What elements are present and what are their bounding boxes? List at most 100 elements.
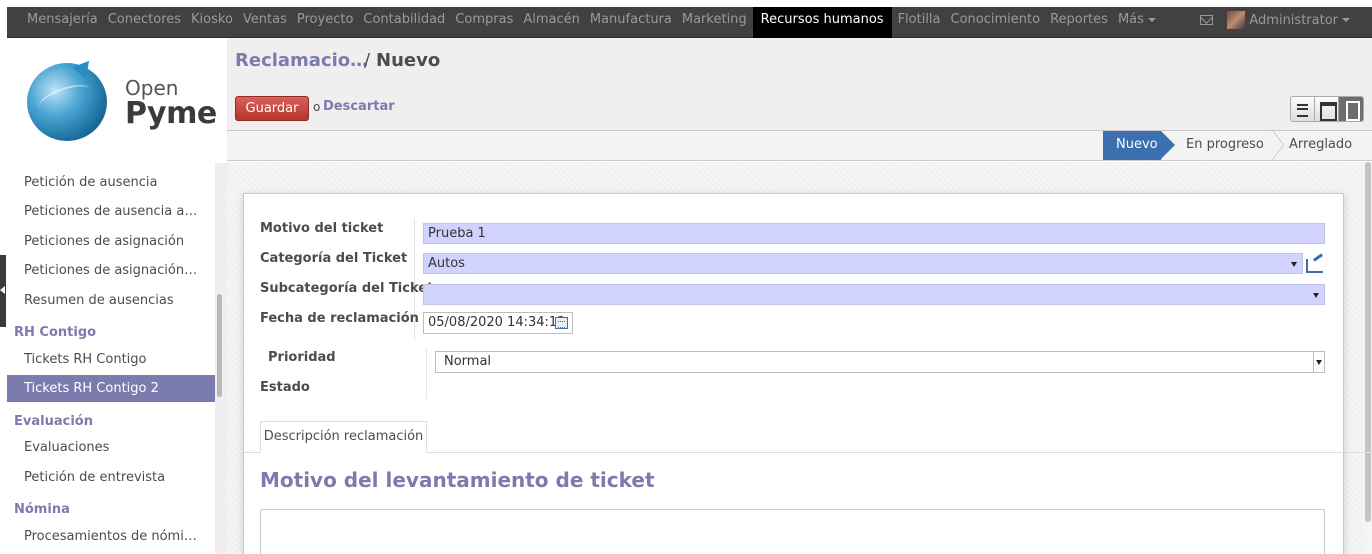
control-panel: Reclamacio… / Nuevo Guardar o Descartar (227, 38, 1372, 131)
user-menu[interactable]: Administrator (1249, 13, 1350, 28)
user-area: Administrator (1200, 7, 1372, 38)
chevron-down-icon (1342, 18, 1350, 22)
sidebar-menu: Petición de ausencia Peticiones de ausenc… (7, 163, 215, 554)
sidebar-item-peticiones-de-asignación[interactable]: Peticiones de asignación… (24, 263, 197, 278)
top-menu-label: Marketing (681, 12, 747, 27)
sidebar-item-evaluaciones[interactable]: Evaluaciones (24, 440, 109, 455)
stage-arreglado[interactable]: Arreglado (1289, 131, 1369, 160)
top-menu-label: Proyecto (296, 12, 354, 27)
form-view-icon[interactable] (1339, 97, 1363, 121)
sidebar-item-tickets-rh-contigo[interactable]: Tickets RH Contigo (24, 352, 147, 367)
list-view-icon[interactable] (1291, 97, 1315, 121)
top-menu-label: Almacén (523, 12, 580, 27)
top-menu-label: Recursos humanos (760, 12, 884, 27)
sidebar-scroll-thumb[interactable] (217, 294, 222, 397)
top-menu-item-flotilla[interactable]: Flotilla (894, 7, 945, 38)
discard-button[interactable]: Descartar (323, 99, 395, 114)
top-menu-item-contabilidad[interactable]: Contabilidad (359, 7, 449, 38)
prioridad-value: Normal (444, 354, 492, 369)
categoria-select[interactable]: Autos (423, 253, 1303, 274)
save-button[interactable]: Guardar (235, 96, 309, 121)
avatar[interactable] (1227, 11, 1246, 29)
sidebar-item-tickets-rh-contigo-2[interactable]: Tickets RH Contigo 2 (24, 381, 159, 396)
description-textarea[interactable] (260, 509, 1325, 554)
subcategoria-label: Subcategoría del Ticket (260, 281, 434, 296)
or-text: o (313, 100, 321, 114)
prioridad-select[interactable]: Normal (435, 351, 1325, 373)
sidebar-item-procesamientos-de-nómi[interactable]: Procesamientos de nómi… (24, 529, 197, 544)
envelope-icon[interactable] (1200, 15, 1214, 25)
top-menu-label: Flotilla (897, 12, 941, 27)
fecha-label: Fecha de reclamación (260, 311, 419, 326)
logo[interactable]: Open Pyme (7, 38, 227, 163)
categoria-value: Autos (428, 256, 465, 271)
top-menu-label: Reportes (1050, 12, 1108, 27)
globe-logo-icon (27, 63, 107, 141)
subcategoria-select[interactable] (423, 284, 1325, 305)
sidebar-item-resumen-de-ausencias[interactable]: Resumen de ausencias (24, 293, 174, 308)
main-scrollbar[interactable] (1364, 162, 1372, 554)
top-menu-item-proyecto[interactable]: Proyecto (293, 7, 358, 38)
top-menu-label: Kiosko (191, 12, 233, 27)
form-sheet (243, 193, 1344, 554)
estado-label: Estado (260, 380, 310, 395)
top-menu-item-manufactura[interactable]: Manufactura (586, 7, 676, 38)
collapse-sidebar-handle[interactable] (0, 255, 6, 327)
stage-en-progreso[interactable]: En progreso (1186, 131, 1268, 160)
motivo-input[interactable]: Prueba 1 (423, 223, 1325, 244)
fecha-input[interactable]: 05/08/2020 14:34:12 (423, 312, 573, 334)
top-menu-label: Ventas (242, 12, 287, 27)
user-name: Administrator (1249, 12, 1338, 28)
top-menu-label: Manufactura (589, 12, 672, 27)
stage-nuevo[interactable]: Nuevo (1103, 131, 1175, 160)
stage-separator (1268, 131, 1282, 160)
top-menu-item-más[interactable]: Más (1114, 7, 1160, 38)
section-title: Motivo del levantamiento de ticket (260, 468, 655, 492)
top-menu-label: Compras (455, 12, 514, 27)
motivo-label: Motivo del ticket (260, 221, 384, 236)
external-link-icon[interactable] (1306, 259, 1323, 273)
sidebar-item-petición-de-ausencia[interactable]: Petición de ausencia (24, 175, 158, 190)
sidebar-section-evaluación: Evaluación (14, 414, 93, 429)
chevron-down-icon (1313, 293, 1319, 298)
top-menu-item-kiosko[interactable]: Kiosko (187, 7, 237, 38)
calendar-view-icon[interactable] (1315, 97, 1339, 121)
top-menu-item-marketing[interactable]: Marketing (678, 7, 751, 38)
sidebar-section-nómina: Nómina (14, 502, 70, 517)
fecha-value: 05/08/2020 14:34:12 (428, 315, 566, 330)
top-menu-label: Contabilidad (363, 12, 446, 27)
view-switcher (1290, 96, 1364, 122)
top-navbar: Mensajería Conectores Kiosko Ventas Proyecto… (7, 7, 1372, 38)
field-divider (426, 349, 427, 399)
status-bar: Nuevo En progreso Arreglado (227, 131, 1372, 161)
top-menu-item-compras[interactable]: Compras (451, 7, 517, 38)
main-scroll-thumb[interactable] (1365, 162, 1371, 522)
top-menu-label: Más (1117, 12, 1144, 27)
top-menu-label: Mensajería (27, 12, 98, 27)
breadcrumb-current: Nuevo (376, 50, 441, 71)
top-menu: Mensajería Conectores Kiosko Ventas Proyecto… (23, 7, 1162, 38)
sidebar-item-petición-de-entrevista[interactable]: Petición de entrevista (24, 470, 165, 485)
sidebar-item-peticiones-de-asignación[interactable]: Peticiones de asignación (24, 234, 184, 249)
sidebar-item-peticiones-de-ausencia-a[interactable]: Peticiones de ausencia a… (24, 204, 197, 219)
chevron-down-icon (1147, 17, 1156, 22)
tab-descripcion-reclamacion[interactable]: Descripción reclamación (260, 421, 427, 453)
top-menu-item-reportes[interactable]: Reportes (1046, 7, 1112, 38)
top-menu-item-mensajería[interactable]: Mensajería (23, 7, 102, 38)
sidebar-section-rh-contigo: RH Contigo (14, 325, 97, 340)
calendar-icon[interactable] (555, 317, 568, 329)
top-menu-item-conocimiento[interactable]: Conocimiento (947, 7, 1045, 38)
top-menu-item-recursos-humanos[interactable]: Recursos humanos (752, 7, 892, 38)
prioridad-label: Prioridad (268, 350, 336, 365)
breadcrumb-parent[interactable]: Reclamacio… (235, 50, 368, 71)
top-menu-item-almacén[interactable]: Almacén (519, 7, 584, 38)
breadcrumb-separator: / (364, 50, 371, 71)
top-menu-item-ventas[interactable]: Ventas (239, 7, 291, 38)
top-menu-label: Conectores (107, 12, 182, 27)
chevron-down-icon (1313, 352, 1324, 372)
top-menu-item-conectores[interactable]: Conectores (104, 7, 185, 38)
categoria-label: Categoría del Ticket (260, 251, 408, 266)
top-menu-label: Conocimiento (950, 12, 1041, 27)
left-panel: Open Pyme Petición de ausencia Peticiones… (7, 38, 227, 554)
logo-text-pyme: Pyme (125, 96, 217, 131)
